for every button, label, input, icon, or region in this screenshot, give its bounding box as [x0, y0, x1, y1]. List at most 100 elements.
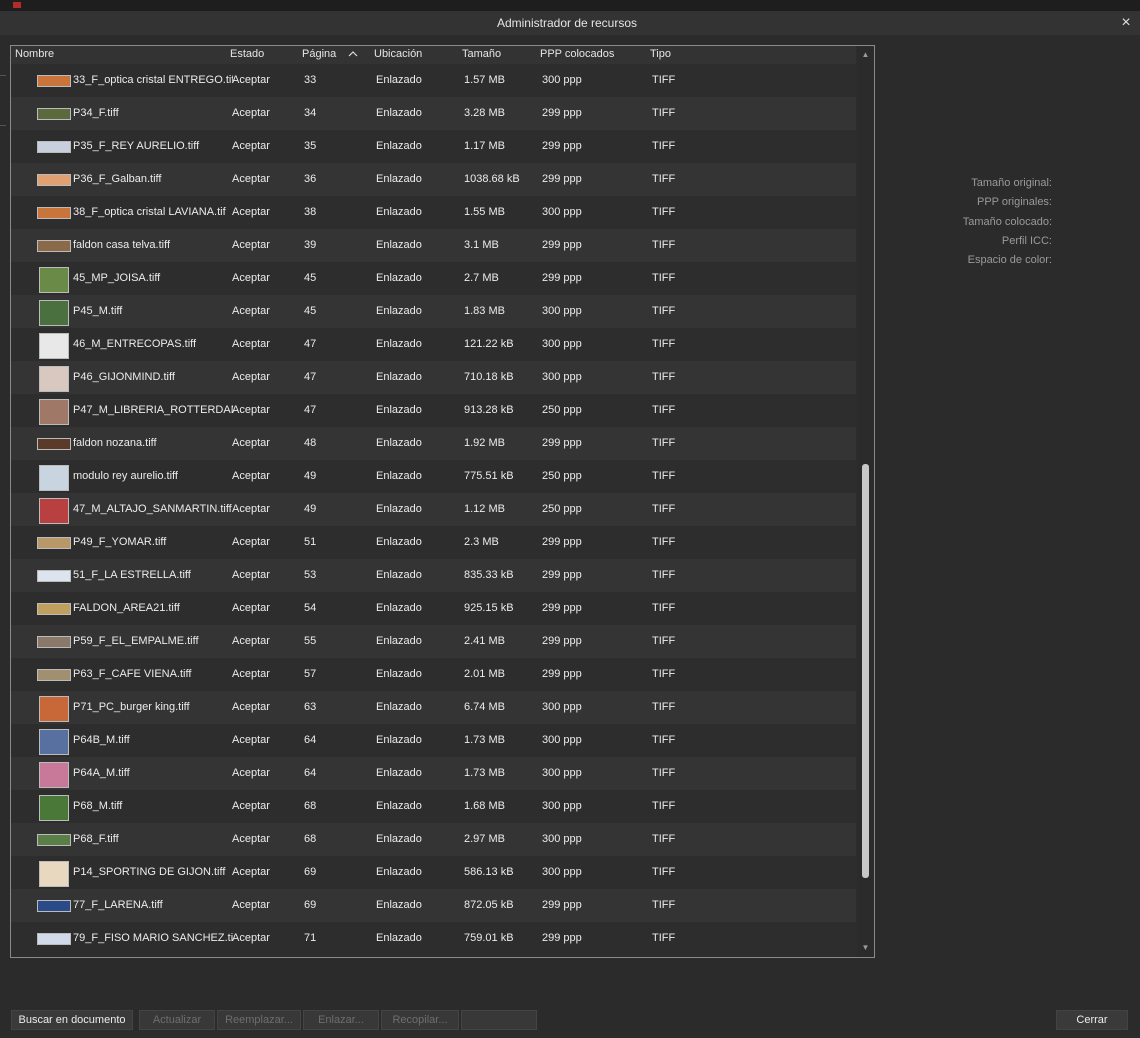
table-row[interactable]: 38_F_optica cristal LAVIANA.tif Aceptar 38… [11, 196, 856, 229]
table-row[interactable]: 45_MP_JOISA.tiff Aceptar 45 Enlazado 2.7 MB 2… [11, 262, 856, 295]
column-header-tipo[interactable]: Tipo [650, 48, 671, 60]
cell-ubicacion: Enlazado [376, 107, 422, 119]
cell-pagina: 55 [304, 635, 317, 647]
table-row[interactable]: 51_F_LA ESTRELLA.tiff Aceptar 53 Enlazado 83… [11, 559, 856, 592]
cell-pagina: 45 [304, 272, 317, 284]
cell-tamano: 1.92 MB [464, 437, 505, 449]
table-row[interactable]: P68_M.tiff Aceptar 68 Enlazado 1.68 MB 300 pp… [11, 790, 856, 823]
cell-ubicacion: Enlazado [376, 899, 422, 911]
cell-tamano: 775.51 kB [464, 470, 514, 482]
table-row[interactable]: faldon nozana.tiff Aceptar 48 Enlazado 1.92 … [11, 427, 856, 460]
buscar-en-documento-button[interactable]: Buscar en documento [11, 1010, 133, 1030]
cell-pagina: 64 [304, 734, 317, 746]
thumbnail-image [37, 174, 71, 186]
cell-tamano: 913.28 kB [464, 404, 514, 416]
cell-pagina: 36 [304, 173, 317, 185]
cell-tamano: 759.01 kB [464, 932, 514, 944]
cell-ubicacion: Enlazado [376, 74, 422, 86]
table-row[interactable]: P49_F_YOMAR.tiff Aceptar 51 Enlazado 2.3 MB 2… [11, 526, 856, 559]
cell-estado: Aceptar [232, 140, 270, 152]
thumbnail-image [37, 438, 71, 450]
table-row[interactable]: 46_M_ENTRECOPAS.tiff Aceptar 47 Enlazado 121… [11, 328, 856, 361]
cell-tamano: 2.41 MB [464, 635, 505, 647]
thumbnail-image [39, 696, 69, 722]
cell-name: 51_F_LA ESTRELLA.tiff [73, 569, 191, 581]
table-row[interactable]: 79_F_FISO MARIO SANCHEZ.tif Aceptar 71 Enla… [11, 922, 856, 955]
cell-pagina: 34 [304, 107, 317, 119]
table-row[interactable]: FALDON_AREA21.tiff Aceptar 54 Enlazado 925.1… [11, 592, 856, 625]
table-row[interactable]: P47_M_LIBRERIA_ROTTERDAM Aceptar 47 Enlazad… [11, 394, 856, 427]
column-header-estado[interactable]: Estado [230, 48, 264, 60]
table-row[interactable]: P71_PC_burger king.tiff Aceptar 63 Enlazado… [11, 691, 856, 724]
cell-tamano: 2.3 MB [464, 536, 499, 548]
table-row[interactable]: faldon casa telva.tiff Aceptar 39 Enlazado 3… [11, 229, 856, 262]
extra-button[interactable] [461, 1010, 537, 1030]
table-row[interactable]: P14_SPORTING DE GIJON.tiff Aceptar 69 Enlaz… [11, 856, 856, 889]
table-row[interactable]: P63_F_CAFE VIENA.tiff Aceptar 57 Enlazado 2.… [11, 658, 856, 691]
cell-pagina: 47 [304, 371, 317, 383]
table-row[interactable]: P64B_M.tiff Aceptar 64 Enlazado 1.73 MB 300 p… [11, 724, 856, 757]
cell-pagina: 39 [304, 239, 317, 251]
reemplazar-button[interactable]: Reemplazar... [217, 1010, 301, 1030]
cell-name: P35_F_REY AURELIO.tiff [73, 140, 200, 152]
cerrar-button[interactable]: Cerrar [1056, 1010, 1128, 1030]
table-row[interactable]: P45_M.tiff Aceptar 45 Enlazado 1.83 MB 300 pp… [11, 295, 856, 328]
cell-tipo: TIFF [652, 536, 676, 548]
table-row[interactable]: P46_GIJONMIND.tiff Aceptar 47 Enlazado 710.1… [11, 361, 856, 394]
table-row[interactable]: P36_F_Galban.tiff Aceptar 36 Enlazado 1038.6… [11, 163, 856, 196]
cell-ppp: 299 ppp [542, 239, 582, 251]
table-row[interactable]: P59_F_EL_EMPALME.tiff Aceptar 55 Enlazado 2.… [11, 625, 856, 658]
window-title: Administrador de recursos [496, 16, 638, 30]
resource-list[interactable]: Nombre Estado Página Ubicación Tamaño PP… [10, 45, 875, 958]
cell-name: 33_F_optica cristal ENTREGO.tif [73, 74, 233, 86]
cell-ppp: 299 ppp [542, 107, 582, 119]
enlazar-button[interactable]: Enlazar... [303, 1010, 379, 1030]
cell-estado: Aceptar [232, 437, 270, 449]
cell-ppp: 300 ppp [542, 833, 582, 845]
cell-ppp: 300 ppp [542, 767, 582, 779]
cell-name: 77_F_LARENA.tiff [73, 899, 163, 911]
cell-ubicacion: Enlazado [376, 470, 422, 482]
cell-estado: Aceptar [232, 635, 270, 647]
actualizar-button[interactable]: Actualizar [139, 1010, 215, 1030]
cell-name: 79_F_FISO MARIO SANCHEZ.tif [73, 932, 233, 944]
scroll-up-icon[interactable]: ▲ [857, 48, 874, 62]
table-row[interactable]: P64A_M.tiff Aceptar 64 Enlazado 1.73 MB 300 p… [11, 757, 856, 790]
column-header-ppp[interactable]: PPP colocados [540, 48, 614, 60]
cell-estado: Aceptar [232, 734, 270, 746]
cell-tamano: 586.13 kB [464, 866, 514, 878]
cell-ubicacion: Enlazado [376, 569, 422, 581]
cell-tipo: TIFF [652, 635, 676, 647]
cell-pagina: 64 [304, 767, 317, 779]
table-row[interactable]: 33_F_optica cristal ENTREGO.tif Aceptar 33… [11, 64, 856, 97]
table-row[interactable]: 77_F_LARENA.tiff Aceptar 69 Enlazado 872.05 … [11, 889, 856, 922]
column-header-pagina[interactable]: Página [302, 48, 336, 60]
recopilar-button[interactable]: Recopilar... [381, 1010, 459, 1030]
cell-ppp: 299 ppp [542, 569, 582, 581]
thumbnail-image [39, 465, 69, 491]
column-header-tamano[interactable]: Tamaño [462, 48, 501, 60]
table-row[interactable]: P35_F_REY AURELIO.tiff Aceptar 35 Enlazado 1… [11, 130, 856, 163]
sort-ascending-icon[interactable] [347, 48, 359, 60]
table-row[interactable]: P68_F.tiff Aceptar 68 Enlazado 2.97 MB 300 pp… [11, 823, 856, 856]
cell-pagina: 68 [304, 833, 317, 845]
column-header-nombre[interactable]: Nombre [15, 48, 54, 60]
cell-name: P68_F.tiff [73, 833, 119, 845]
cell-estado: Aceptar [232, 338, 270, 350]
cell-ppp: 300 ppp [542, 74, 582, 86]
thumbnail-image [37, 669, 71, 681]
scroll-down-icon[interactable]: ▼ [857, 941, 874, 955]
rows-container: 33_F_optica cristal ENTREGO.tif Aceptar 33… [11, 64, 856, 956]
scrollbar-thumb[interactable] [862, 464, 869, 878]
table-row[interactable]: 47_M_ALTAJO_SANMARTIN.tiff Aceptar 49 Enlaz… [11, 493, 856, 526]
cell-tipo: TIFF [652, 668, 676, 680]
table-row[interactable]: modulo rey aurelio.tiff Aceptar 49 Enlazado… [11, 460, 856, 493]
thumbnail-image [39, 498, 69, 524]
close-icon[interactable]: × [1118, 15, 1134, 31]
column-header-ubicacion[interactable]: Ubicación [374, 48, 422, 60]
table-row[interactable]: P34_F.tiff Aceptar 34 Enlazado 3.28 MB 299 pp… [11, 97, 856, 130]
vertical-scrollbar[interactable]: ▲ ▼ [857, 46, 874, 957]
cell-tamano: 1.68 MB [464, 800, 505, 812]
cell-ubicacion: Enlazado [376, 833, 422, 845]
cell-ubicacion: Enlazado [376, 536, 422, 548]
